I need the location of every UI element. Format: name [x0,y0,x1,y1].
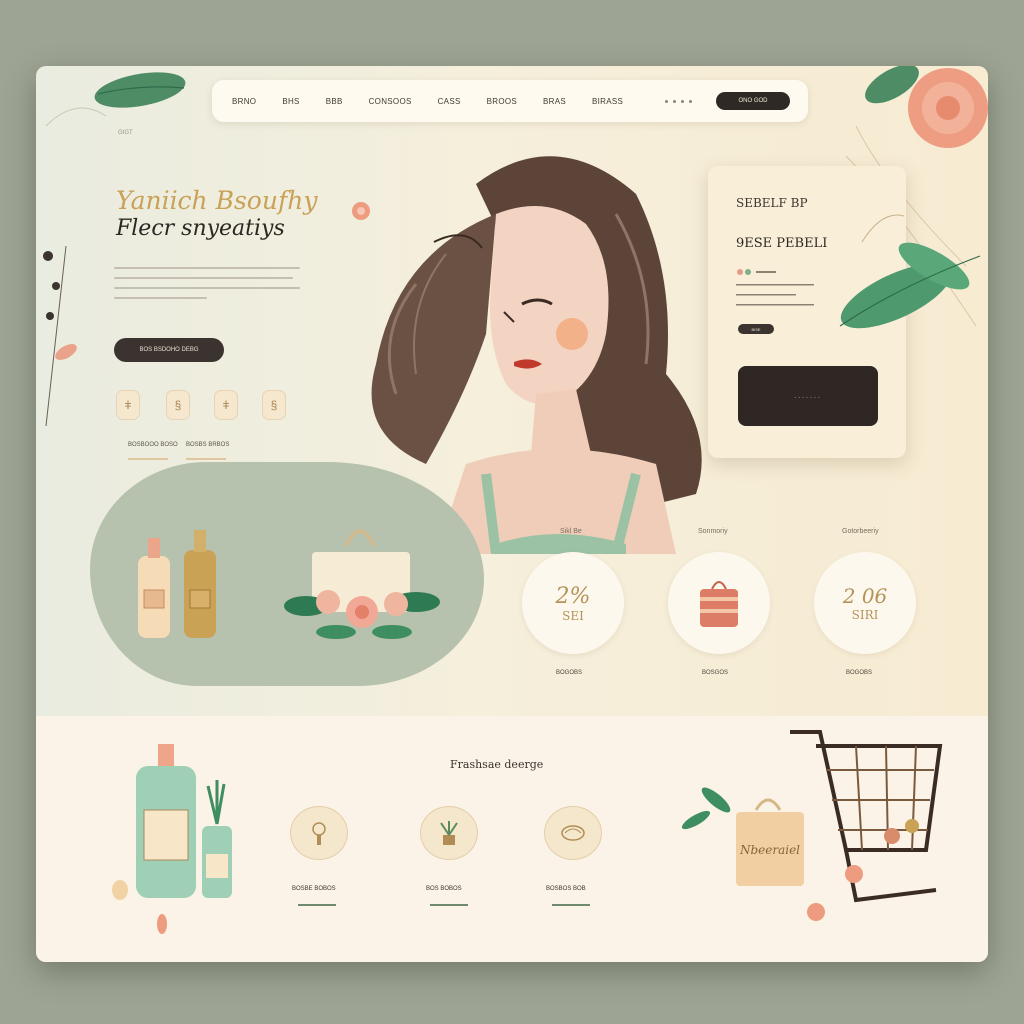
nav-cta-button[interactable]: ONO GOD [716,92,790,110]
badge-shell[interactable] [544,806,602,860]
nav-link-2[interactable]: BHS [282,97,299,106]
bag-text: Nbeeraiel [739,843,800,857]
feature-bottle-icon[interactable]: ǂ [116,390,140,420]
bottles-illustration[interactable] [126,526,226,646]
flower-bag-illustration[interactable] [276,516,446,656]
leaf-decoration-right [839,242,981,329]
stat-label-2: BOSBS BRBOS [186,442,230,448]
bottom-section: Frashsae deerge BOSBE BOBOS BOS BOBOS BO… [36,716,988,962]
plant-pot-icon [440,821,458,845]
mirror-icon [312,822,326,845]
badge-label-3: BOSBOS BOB [546,886,586,892]
circle-value-1: 2% [555,583,591,609]
nav-link-6[interactable]: BROOS [487,97,517,106]
page-frame: BRNO BHS BBB CONSOOS CASS BROOS BRAS BIR… [36,66,988,962]
circle-label-top-1: Sikl Be [560,528,582,535]
gift-box-icon [700,581,738,627]
circle-label-top-3: Gotorbeeriy [842,528,879,535]
circle-sub-1: SEI [562,608,584,623]
card-title: SEBELF BP [736,196,808,210]
nav-link-8[interactable]: BIRASS [592,97,623,106]
nav-links: BRNO BHS BBB CONSOOS CASS BROOS BRAS BIR… [232,97,623,106]
peach-dot-decoration [352,202,370,220]
stat-underline-1 [128,458,168,460]
circle-label-bottom-2: BOSGOS [702,670,729,676]
card-small-button[interactable]: BISE [738,324,774,334]
gift-box-circle[interactable] [668,552,770,654]
shell-icon [561,825,585,841]
hero-cta-button[interactable]: BOS BSDOHO DEBG [114,338,224,362]
hero-body-text [114,267,300,307]
discount-circle-1[interactable]: 2% SEI [522,552,624,654]
top-navbar: BRNO BHS BBB CONSOOS CASS BROOS BRAS BIR… [212,80,808,122]
corner-label: GIGT [118,130,133,136]
badge-line-3 [552,904,590,906]
bottom-title: Frashsae deerge [450,758,544,771]
badge-line-2 [430,904,468,906]
feature-jar-icon[interactable]: § [166,390,190,420]
stat-underline-2 [186,458,226,460]
nav-link-5[interactable]: CASS [438,97,461,106]
badge-leaf-pot[interactable] [420,806,478,860]
more-dots-icon[interactable] [665,99,692,103]
circle-label-top-2: Sonmoriy [698,528,728,535]
circle-value-3: 2 06 [842,584,888,608]
leaf-decoration-top-left [45,72,186,127]
feature-brush-icon[interactable]: § [262,390,286,420]
nav-link-1[interactable]: BRNO [232,97,256,106]
circle-label-bottom-1: BOGOBS [556,670,583,676]
card-subtitle: 9ESE PEBELI [736,236,828,251]
nav-link-7[interactable]: BRAS [543,97,566,106]
card-form-lines[interactable] [736,268,826,316]
badge-line-1 [298,904,336,906]
circle-label-bottom-3: BOGOBS [846,670,873,676]
hero-title-script: Yaniich Bsoufhy [116,186,318,215]
stat-label-1: BOSBOOO BOSO [128,442,178,448]
badge-mirror[interactable] [290,806,348,860]
sprig-decoration-left [43,245,77,427]
hero-title: Flecr snyeatiys [116,216,285,241]
bottle-set-illustration[interactable] [96,736,246,936]
nav-link-3[interactable]: BBB [326,97,343,106]
shopping-cart-illustration[interactable]: Nbeeraiel [656,730,976,960]
discount-circle-3[interactable]: 2 06 SIRI [814,552,916,654]
nav-link-4[interactable]: CONSOOS [369,97,412,106]
circle-sub-3: SIRI [851,608,879,622]
badge-label-1: BOSBE BOBOS [292,886,336,892]
feature-tube-icon[interactable]: ǂ [214,390,238,420]
badge-label-2: BOS BOBOS [426,886,462,892]
